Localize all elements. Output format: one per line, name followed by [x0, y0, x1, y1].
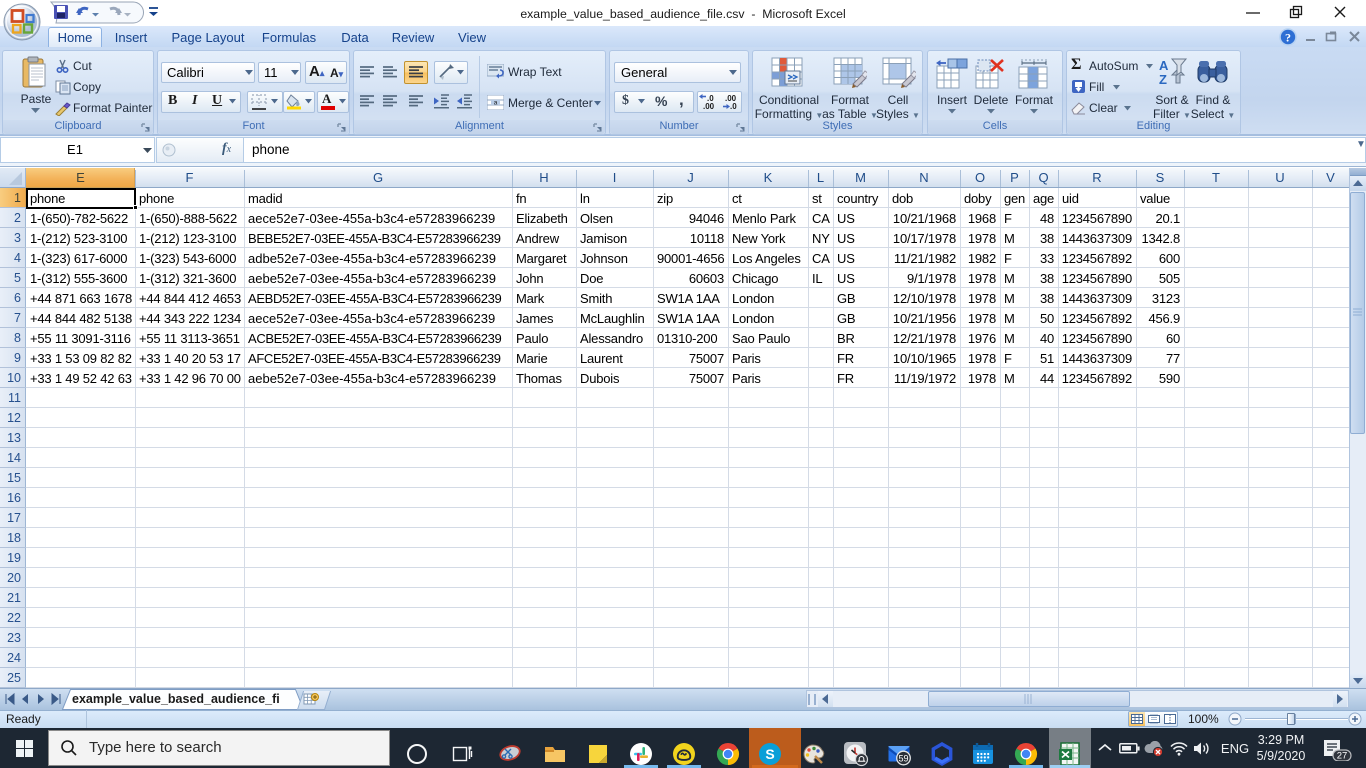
- svg-text:59: 59: [898, 753, 908, 763]
- svg-text:.00: .00: [703, 102, 715, 111]
- svg-text:?: ?: [1285, 31, 1291, 45]
- svg-text:A: A: [1159, 58, 1169, 73]
- svg-text:a: a: [494, 100, 498, 107]
- svg-text:.0: .0: [730, 102, 737, 111]
- svg-text:Z: Z: [1159, 72, 1167, 87]
- svg-text:27: 27: [1337, 751, 1348, 761]
- svg-text:S: S: [765, 746, 774, 762]
